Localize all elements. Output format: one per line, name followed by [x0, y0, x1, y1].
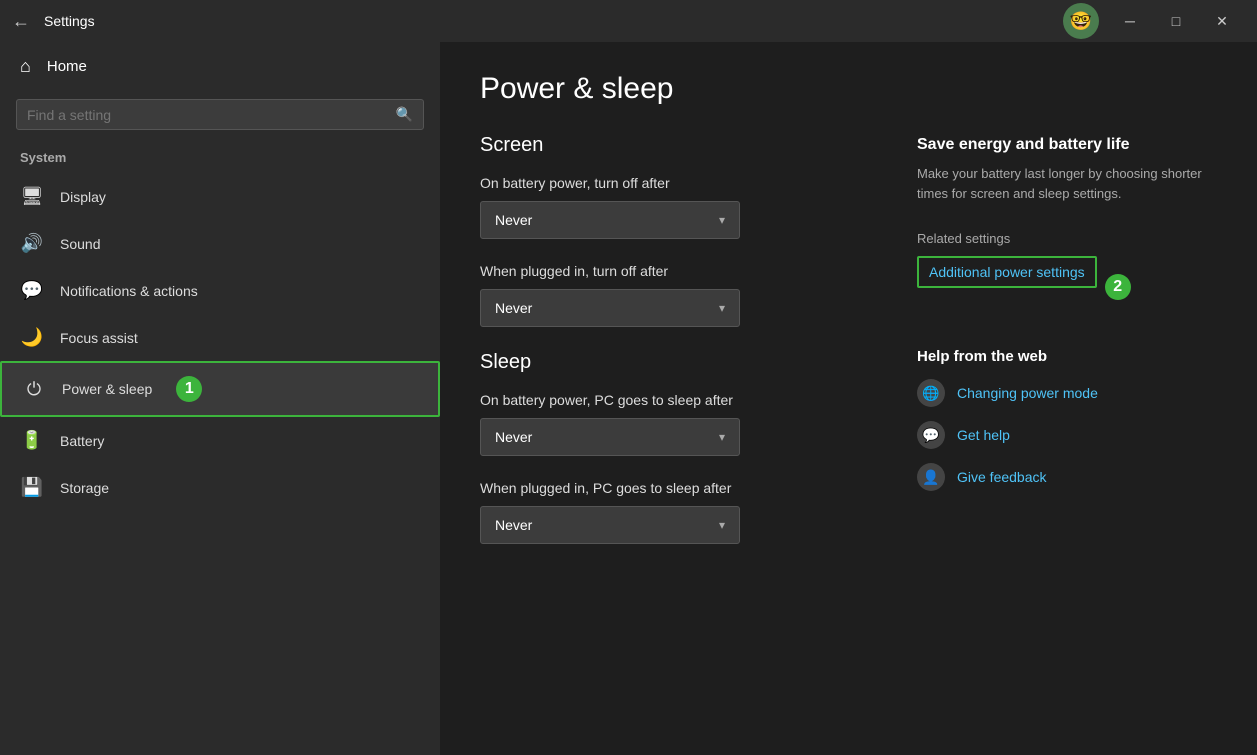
sidebar-item-notifications[interactable]: 💬 Notifications & actions	[0, 267, 440, 314]
annotation-1: 1	[176, 376, 202, 402]
give-feedback-label: Give feedback	[957, 469, 1047, 485]
plugged-screen-dropdown[interactable]: Never ▾	[480, 289, 740, 327]
titlebar: ← Settings 🤓 ─ □ ✕	[0, 0, 1257, 42]
sidebar-item-battery[interactable]: 🔋 Battery	[0, 417, 440, 464]
battery-sleep-value: Never	[495, 429, 532, 445]
app-body: ⌂ Home 🔍 System 🖥 Display 🔊 Sound 💬 Noti…	[0, 42, 1257, 755]
related-settings-title: Related settings	[917, 231, 1217, 246]
page-title: Power & sleep	[480, 72, 857, 106]
app-title: Settings	[44, 13, 1063, 29]
web-icon: 🌐	[917, 379, 945, 407]
sound-icon: 🔊	[20, 233, 44, 254]
battery-icon: 🔋	[20, 430, 44, 451]
sidebar-item-label: Sound	[60, 236, 100, 252]
right-panel: Save energy and battery life Make your b…	[917, 72, 1217, 725]
sidebar-item-label: Power & sleep	[62, 381, 152, 397]
home-icon: ⌂	[20, 56, 31, 77]
chevron-down-icon: ▾	[719, 430, 725, 444]
screen-section-title: Screen	[480, 134, 857, 157]
search-icon: 🔍	[396, 106, 413, 123]
changing-power-mode-link[interactable]: 🌐 Changing power mode	[917, 379, 1217, 407]
home-label: Home	[47, 58, 87, 75]
system-section-title: System	[0, 144, 440, 173]
sidebar-item-label: Focus assist	[60, 330, 138, 346]
minimize-button[interactable]: ─	[1107, 5, 1153, 37]
plugged-sleep-dropdown[interactable]: Never ▾	[480, 506, 740, 544]
get-help-link[interactable]: 💬 Get help	[917, 421, 1217, 449]
sidebar-item-sound[interactable]: 🔊 Sound	[0, 220, 440, 267]
sidebar-item-label: Storage	[60, 480, 109, 496]
plugged-sleep-value: Never	[495, 517, 532, 533]
plugged-screen-value: Never	[495, 300, 532, 316]
changing-power-label: Changing power mode	[957, 385, 1098, 401]
content-area: Power & sleep Screen On battery power, t…	[440, 42, 1257, 755]
chevron-down-icon: ▾	[719, 213, 725, 227]
battery-screen-label: On battery power, turn off after	[480, 175, 857, 191]
notifications-icon: 💬	[20, 280, 44, 301]
get-help-label: Get help	[957, 427, 1010, 443]
feedback-icon: 👤	[917, 463, 945, 491]
sidebar-item-label: Battery	[60, 433, 104, 449]
sleep-section-title: Sleep	[480, 351, 857, 374]
sidebar-item-label: Display	[60, 189, 106, 205]
help-icon: 💬	[917, 421, 945, 449]
search-box[interactable]: 🔍	[16, 99, 424, 130]
plugged-screen-label: When plugged in, turn off after	[480, 263, 857, 279]
close-button[interactable]: ✕	[1199, 5, 1245, 37]
plugged-sleep-label: When plugged in, PC goes to sleep after	[480, 480, 857, 496]
sidebar-item-storage[interactable]: 💾 Storage	[0, 464, 440, 511]
back-button[interactable]: ←	[12, 11, 30, 32]
save-energy-title: Save energy and battery life	[917, 136, 1217, 154]
help-from-web-title: Help from the web	[917, 348, 1217, 365]
maximize-button[interactable]: □	[1153, 5, 1199, 37]
sidebar-item-power[interactable]: ⏻ Power & sleep 1	[0, 361, 440, 417]
battery-sleep-label: On battery power, PC goes to sleep after	[480, 392, 857, 408]
focus-icon: 🌙	[20, 327, 44, 348]
sleep-section: Sleep On battery power, PC goes to sleep…	[480, 351, 857, 544]
battery-sleep-dropdown[interactable]: Never ▾	[480, 418, 740, 456]
sidebar-item-label: Notifications & actions	[60, 283, 198, 299]
power-icon: ⏻	[22, 379, 46, 400]
storage-icon: 💾	[20, 477, 44, 498]
sidebar: ⌂ Home 🔍 System 🖥 Display 🔊 Sound 💬 Noti…	[0, 42, 440, 755]
chevron-down-icon: ▾	[719, 518, 725, 532]
chevron-down-icon: ▾	[719, 301, 725, 315]
give-feedback-link[interactable]: 👤 Give feedback	[917, 463, 1217, 491]
battery-screen-dropdown[interactable]: Never ▾	[480, 201, 740, 239]
avatar: 🤓	[1063, 3, 1099, 39]
additional-power-settings-link[interactable]: Additional power settings	[917, 256, 1097, 288]
display-icon: 🖥	[20, 186, 44, 207]
sidebar-item-home[interactable]: ⌂ Home	[0, 42, 440, 91]
battery-screen-value: Never	[495, 212, 532, 228]
sidebar-item-display[interactable]: 🖥 Display	[0, 173, 440, 220]
main-panel: Power & sleep Screen On battery power, t…	[480, 72, 857, 725]
sidebar-item-focus[interactable]: 🌙 Focus assist	[0, 314, 440, 361]
search-input[interactable]	[27, 107, 388, 123]
annotation-2: 2	[1105, 274, 1131, 300]
save-energy-text: Make your battery last longer by choosin…	[917, 164, 1217, 203]
